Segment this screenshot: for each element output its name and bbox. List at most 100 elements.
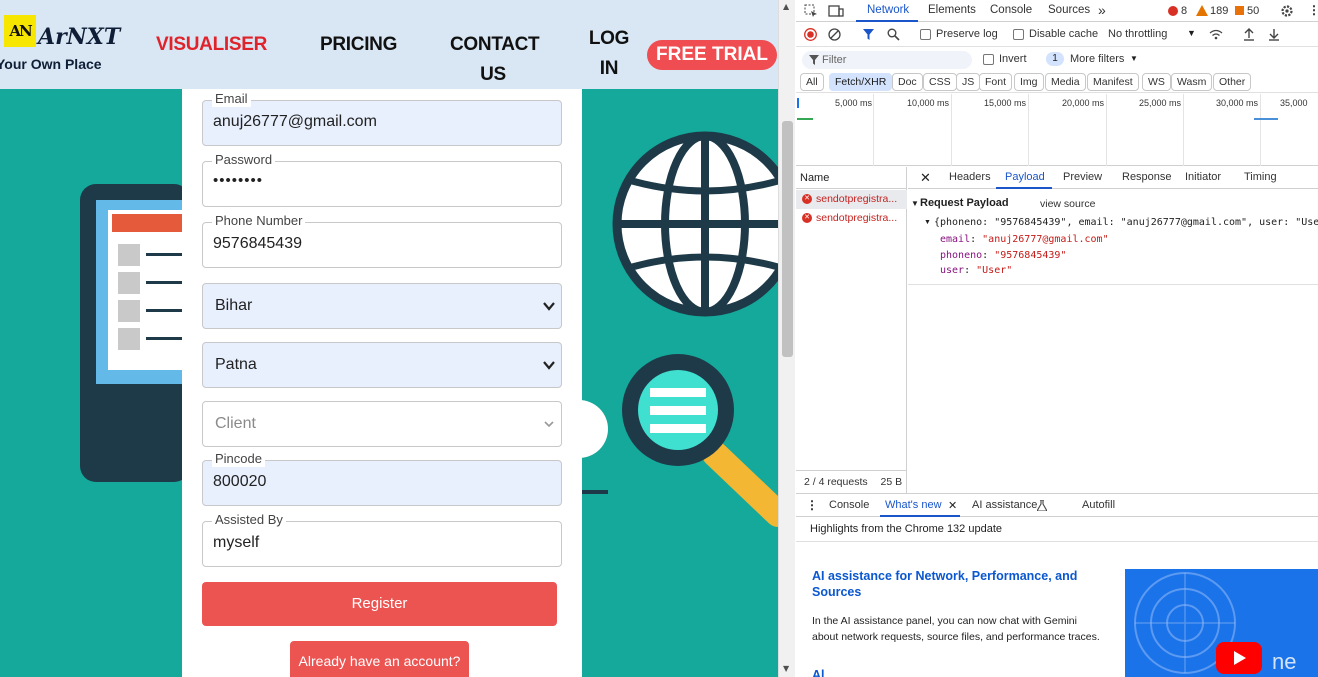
phone-field[interactable]: Phone Number 9576845439 (202, 213, 562, 268)
type-ws[interactable]: WS (1142, 73, 1171, 91)
device-toolbar-icon[interactable] (828, 4, 844, 18)
error-count[interactable]: 8 (1181, 5, 1187, 17)
timeline-tick: 30,000 ms (1215, 98, 1258, 108)
tab-elements[interactable]: Elements (928, 4, 976, 16)
collapse-triangle-icon[interactable]: ▼ (911, 199, 919, 208)
user-type-select[interactable]: Client (202, 401, 562, 447)
type-font[interactable]: Font (979, 73, 1013, 91)
logo-name[interactable]: ArNXT (38, 24, 120, 50)
drawer-tab-autofill[interactable]: Autofill (1082, 499, 1115, 511)
type-media[interactable]: Media (1045, 73, 1086, 91)
tab-preview[interactable]: Preview (1063, 171, 1102, 183)
scroll-up-arrow-icon[interactable]: ▲ (783, 2, 789, 11)
type-img[interactable]: Img (1014, 73, 1044, 91)
export-har-icon[interactable] (1268, 28, 1280, 41)
more-tabs-icon[interactable]: » (1098, 2, 1106, 18)
logo-mark[interactable]: AN (4, 15, 36, 47)
type-manifest[interactable]: Manifest (1087, 73, 1139, 91)
timeline-gridline (1028, 94, 1029, 166)
nav-login[interactable]: LOG IN (588, 26, 630, 82)
name-column-header[interactable]: Name (796, 167, 907, 189)
search-icon[interactable] (887, 28, 900, 41)
network-conditions-icon[interactable] (1209, 29, 1223, 40)
assisted-by-field[interactable]: Assisted By myself (202, 512, 562, 567)
payload-user-row[interactable]: user: "User" (940, 265, 1012, 276)
inspect-element-icon[interactable] (804, 4, 818, 18)
preserve-log-checkbox[interactable] (920, 29, 931, 40)
more-filters-dropdown-icon[interactable]: ▼ (1130, 54, 1138, 63)
expand-triangle-icon[interactable]: ▼ (924, 219, 931, 226)
type-other[interactable]: Other (1213, 73, 1252, 91)
more-filters-button[interactable]: More filters (1070, 53, 1124, 65)
filter-icon[interactable] (862, 28, 875, 41)
email-field[interactable]: Email anuj26777@gmail.com (202, 91, 562, 146)
dash-illustration (582, 490, 608, 494)
issues-count[interactable]: 50 (1247, 5, 1259, 17)
drawer-tab-ai-assistance[interactable]: AI assistance (972, 499, 1037, 511)
nav-visualiser[interactable]: VISUALISER (156, 31, 267, 59)
payload-phoneno-row[interactable]: phoneno: "9576845439" (940, 250, 1066, 261)
person-icon (118, 328, 140, 350)
type-wasm[interactable]: Wasm (1171, 73, 1213, 91)
payload-summary[interactable]: {phoneno: "9576845439", email: "anuj2677… (934, 217, 1318, 228)
type-doc[interactable]: Doc (892, 73, 923, 91)
type-css[interactable]: CSS (923, 73, 957, 91)
article-title-link[interactable]: AI assistance for Network, Performance, … (812, 568, 1102, 600)
close-icon[interactable]: ✕ (948, 499, 957, 512)
state-select[interactable]: Bihar (202, 283, 562, 329)
drawer-tab-whats-new[interactable]: What's new (885, 499, 942, 511)
record-stop-icon[interactable] (804, 28, 817, 41)
tab-headers[interactable]: Headers (949, 171, 991, 183)
import-har-icon[interactable] (1243, 28, 1255, 41)
scrollbar-thumb[interactable] (782, 121, 793, 357)
nav-pricing[interactable]: PRICING (320, 31, 397, 59)
clear-icon[interactable] (828, 28, 841, 41)
register-button[interactable]: Register (202, 582, 557, 626)
tab-initiator[interactable]: Initiator (1185, 171, 1221, 183)
free-trial-button[interactable]: FREE TRIAL (647, 40, 777, 70)
already-have-account-button[interactable]: Already have an account? (290, 641, 469, 677)
throttling-select[interactable]: No throttling (1108, 28, 1167, 40)
close-icon[interactable]: ✕ (920, 170, 931, 186)
tab-payload[interactable]: Payload (1005, 171, 1045, 183)
timeline-gridline (951, 94, 952, 166)
type-all[interactable]: All (800, 73, 824, 91)
tab-sources[interactable]: Sources (1048, 4, 1090, 16)
invert-checkbox[interactable] (983, 54, 994, 65)
pincode-field[interactable]: Pincode 800020 (202, 451, 562, 506)
nav-contact-us[interactable]: CONTACT US (450, 31, 540, 89)
throttling-dropdown-icon[interactable]: ▼ (1187, 28, 1196, 38)
timeline-tick: 5,000 ms (834, 98, 872, 108)
request-payload-title[interactable]: Request Payload (920, 197, 1009, 209)
city-select[interactable]: Patna (202, 342, 562, 388)
chevron-down-icon (544, 421, 554, 428)
gear-icon[interactable] (1280, 4, 1294, 18)
type-fetch-xhr[interactable]: Fetch/XHR (829, 73, 893, 91)
timeline-gridline (1183, 94, 1184, 166)
next-article-link[interactable]: Al... (812, 668, 835, 677)
page-scrollbar[interactable]: ▲ ▼ (778, 0, 795, 677)
drawer-menu-icon[interactable]: ⋮ (806, 498, 818, 512)
youtube-play-icon[interactable] (1216, 642, 1262, 674)
payload-email-row[interactable]: email: "anuj26777@gmail.com" (940, 234, 1109, 245)
request-row[interactable]: ✕ sendotpregistra... (796, 209, 907, 228)
drawer-tab-console[interactable]: Console (829, 499, 869, 511)
warning-count[interactable]: 189 (1210, 5, 1228, 17)
tab-timing[interactable]: Timing (1244, 171, 1277, 183)
password-field[interactable]: Password •••••••• (202, 152, 562, 207)
type-js[interactable]: JS (956, 73, 981, 91)
more-options-icon[interactable]: ⋮ (1308, 3, 1318, 17)
network-timeline-overview[interactable]: 5,000 ms 10,000 ms 15,000 ms 20,000 ms 2… (796, 94, 1318, 166)
tab-console[interactable]: Console (990, 4, 1032, 16)
payload-value: "anuj26777@gmail.com" (982, 234, 1109, 245)
scroll-down-arrow-icon[interactable]: ▼ (783, 664, 789, 673)
disable-cache-checkbox[interactable] (1013, 29, 1024, 40)
video-thumbnail[interactable]: ne (1125, 569, 1318, 677)
more-filters-count-badge: 1 (1046, 52, 1064, 66)
view-source-link[interactable]: view source (1040, 198, 1095, 210)
tab-network[interactable]: Network (867, 4, 909, 16)
payload-key: email (940, 234, 971, 245)
filter-input[interactable]: Filter (802, 51, 972, 69)
request-row[interactable]: ✕ sendotpregistra... (796, 190, 907, 209)
tab-response[interactable]: Response (1122, 171, 1172, 183)
